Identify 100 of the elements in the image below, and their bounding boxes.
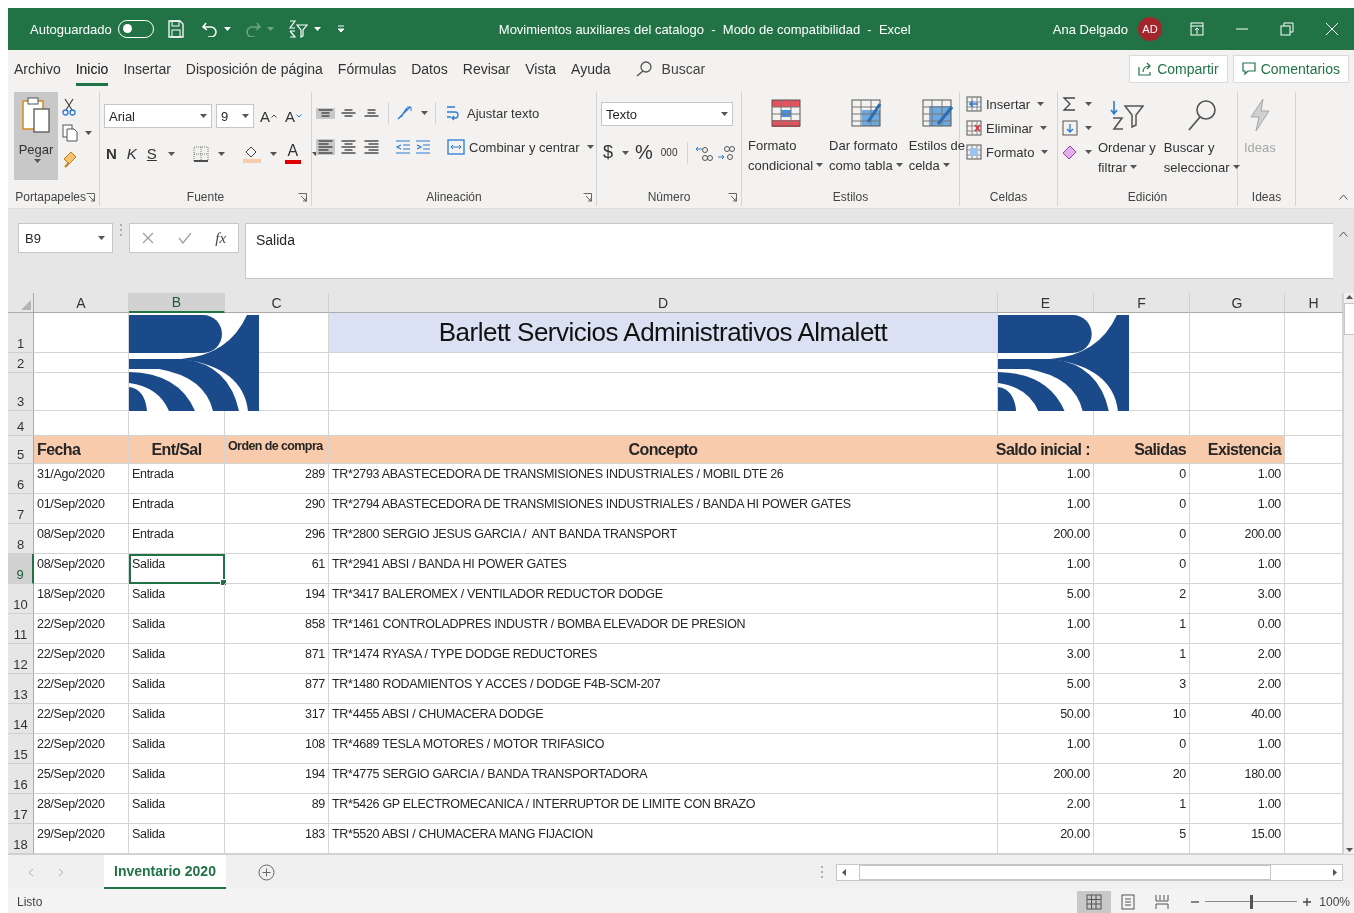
table-cell[interactable]: 0	[1094, 734, 1190, 764]
scroll-left-icon[interactable]	[841, 867, 847, 877]
table-cell[interactable]: 1.00	[1190, 494, 1285, 524]
autosum-icon[interactable]	[1062, 96, 1078, 112]
table-cell[interactable]: 10	[1094, 704, 1190, 734]
caret-icon[interactable]	[1037, 102, 1045, 106]
search-label[interactable]: Buscar	[661, 61, 706, 77]
table-cell[interactable]: Salida	[129, 644, 225, 674]
decrease-indent-icon[interactable]	[395, 139, 411, 155]
fill-color-icon[interactable]	[242, 144, 261, 163]
undo-icon[interactable]	[201, 21, 218, 37]
italic-button[interactable]: K	[124, 144, 139, 163]
caret-icon[interactable]	[34, 159, 41, 163]
table-cell[interactable]: 108	[225, 734, 329, 764]
table-format-icon[interactable]	[849, 98, 882, 130]
editing-button[interactable]: Ordenar y filtrar	[1096, 92, 1158, 177]
table-cell[interactable]: TR*2800 SERGIO JESUS GARCIA / ANT BANDA TRANSPORT	[329, 524, 998, 554]
table-cell[interactable]: 22/Sep/2020	[34, 644, 129, 674]
active-cell[interactable]: Salida	[129, 554, 225, 584]
sort-icon[interactable]	[287, 20, 308, 38]
table-cell[interactable]: 0	[1094, 494, 1190, 524]
table-cell[interactable]: Salida	[129, 704, 225, 734]
align-bottom-button[interactable]	[362, 107, 381, 119]
table-cell[interactable]: 871	[225, 644, 329, 674]
formula-field[interactable]: Salida	[245, 223, 1333, 279]
table-cell[interactable]: 0	[1094, 524, 1190, 554]
sheet-tab[interactable]: Inventario 2020	[104, 854, 226, 890]
table-cell[interactable]: 1	[1094, 644, 1190, 674]
table-cell[interactable]: 0	[1094, 554, 1190, 584]
check-icon[interactable]	[177, 232, 192, 244]
collapse-ribbon-icon[interactable]	[1339, 194, 1348, 200]
row-header[interactable]: 11	[8, 614, 34, 644]
table-cell[interactable]: Salida	[129, 674, 225, 704]
decrease-decimal-icon[interactable]	[716, 143, 735, 162]
font-color-button[interactable]: A	[282, 142, 303, 165]
table-cell[interactable]: Salida	[129, 614, 225, 644]
row-header[interactable]: 14	[8, 704, 34, 734]
table-cell[interactable]: Salida	[129, 584, 225, 614]
table-cell[interactable]: 1.00	[1190, 464, 1285, 494]
row-header[interactable]: 12	[8, 644, 34, 674]
table-cell[interactable]: 3.00	[1190, 584, 1285, 614]
ribbon-options-icon[interactable]	[1189, 22, 1204, 36]
comments-button[interactable]: Comentarios	[1232, 55, 1349, 83]
caret-icon[interactable]	[1085, 102, 1092, 106]
format-painter-icon[interactable]	[62, 150, 78, 168]
paste-button[interactable]: Pegar	[14, 92, 58, 180]
cancel-icon[interactable]	[141, 232, 154, 244]
grow-font-button[interactable]: A	[258, 106, 279, 126]
row-header[interactable]: 7	[8, 494, 34, 524]
table-cell[interactable]: 22/Sep/2020	[34, 734, 129, 764]
dialog-launcher-icon[interactable]	[86, 192, 95, 202]
table-cell[interactable]: Entrada	[129, 494, 225, 524]
dialog-launcher-icon[interactable]	[298, 192, 307, 202]
table-cell[interactable]: 296	[225, 524, 329, 554]
increase-indent-icon[interactable]	[415, 139, 431, 155]
caret-icon[interactable]	[586, 145, 594, 149]
table-cell[interactable]: 858	[225, 614, 329, 644]
table-cell[interactable]: 2.00	[1190, 644, 1285, 674]
table-cell[interactable]: 50.00	[998, 704, 1094, 734]
copy-icon[interactable]	[62, 124, 78, 142]
align-top-button[interactable]	[316, 107, 335, 119]
customize-icon[interactable]	[336, 25, 345, 33]
style-button[interactable]: Estilos de celda	[906, 92, 967, 175]
restore-icon[interactable]	[1279, 22, 1294, 36]
underline-button[interactable]: S	[144, 144, 159, 163]
table-cell[interactable]: TR*1461 CONTROLADPRES INDUSTR / BOMBA ELEVADOR DE PRESION	[329, 614, 998, 644]
caret-icon[interactable]	[622, 150, 629, 155]
percent-button[interactable]: %	[633, 140, 655, 165]
table-cell[interactable]: 194	[225, 764, 329, 794]
sort-filter-icon[interactable]	[1109, 98, 1144, 132]
cell-styles-icon[interactable]	[920, 98, 953, 130]
fill-handle[interactable]	[220, 579, 227, 586]
column-header[interactable]: C	[225, 293, 329, 313]
ribbon-tab[interactable]: Insertar	[123, 52, 171, 86]
ribbon-tab[interactable]: Datos	[411, 52, 448, 86]
caret-icon[interactable]	[816, 163, 824, 168]
table-cell[interactable]: TR*5426 GP ELECTROMECANICA / INTERRUPTOR DE LIMITE CON BRAZO	[329, 794, 998, 824]
table-cell[interactable]: 3.00	[998, 644, 1094, 674]
name-box[interactable]: B9	[18, 223, 113, 253]
shrink-font-button[interactable]: A	[283, 106, 305, 126]
scroll-right-icon[interactable]	[1332, 867, 1338, 877]
table-cell[interactable]: Salida	[129, 764, 225, 794]
cells-button[interactable]: Insertar	[964, 96, 1053, 112]
table-cell[interactable]: 317	[225, 704, 329, 734]
row-header[interactable]: 2	[8, 353, 34, 373]
table-cell[interactable]: TR*4455 ABSI / CHUMACERA DODGE	[329, 704, 998, 734]
row-header[interactable]: 18	[8, 824, 34, 854]
table-cell[interactable]: 200.00	[998, 764, 1094, 794]
table-cell[interactable]: 2.00	[1190, 674, 1285, 704]
table-cell[interactable]: 200.00	[1190, 524, 1285, 554]
share-button[interactable]: Compartir	[1129, 55, 1228, 83]
column-header[interactable]: G	[1190, 293, 1285, 313]
table-cell[interactable]: Entrada	[129, 524, 225, 554]
table-cell[interactable]: TR*1474 RYASA / TYPE DODGE REDUCTORES	[329, 644, 998, 674]
editing-button[interactable]: Buscar y seleccionar	[1161, 92, 1242, 177]
caret-icon[interactable]	[313, 27, 321, 31]
caret-icon[interactable]	[1232, 165, 1240, 170]
table-cell[interactable]: 1	[1094, 794, 1190, 824]
table-cell[interactable]: 2.00	[998, 794, 1094, 824]
table-cell[interactable]: 1.00	[1190, 554, 1285, 584]
